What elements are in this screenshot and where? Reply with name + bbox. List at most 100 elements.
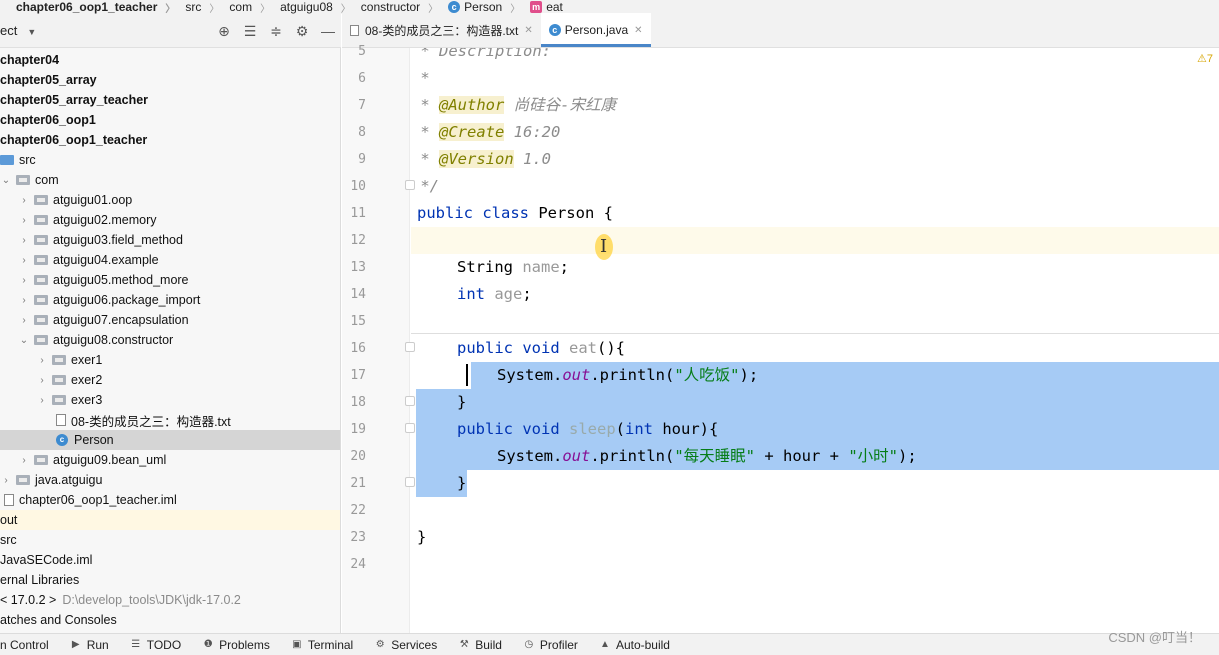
breadcrumb-item-atguigu08[interactable]: atguigu08 〉: [270, 0, 351, 14]
close-icon[interactable]: ✕: [524, 25, 532, 36]
run-button[interactable]: ▶ Run: [71, 638, 109, 652]
code-line-16: public void eat(){: [457, 339, 625, 357]
tree-item-person[interactable]: c Person: [0, 430, 340, 450]
tree-item-module-iml[interactable]: chapter06_oop1_teacher.iml: [0, 490, 340, 510]
line-number: 17: [350, 368, 366, 383]
code-line-21: }: [457, 474, 467, 492]
package-icon: [16, 475, 30, 485]
tree-item-src-root[interactable]: src: [0, 530, 340, 550]
tree-item-atguigu07[interactable]: › atguigu07.encapsulation: [0, 310, 340, 330]
chevron-right-icon[interactable]: ›: [18, 315, 30, 326]
auto-build-button[interactable]: ▲ Auto-build: [600, 638, 670, 652]
tree-item-atguigu04[interactable]: › atguigu04.example: [0, 250, 340, 270]
iml-file-icon: [4, 494, 14, 506]
line-number: 9: [358, 152, 366, 167]
tree-item-txt-file[interactable]: 08-类的成员之三：构造器.txt: [0, 410, 340, 430]
tab-txt-file[interactable]: 08-类的成员之三：构造器.txt ✕: [342, 13, 541, 47]
chevron-right-icon[interactable]: ›: [18, 235, 30, 246]
todo-button[interactable]: ☰ TODO: [131, 638, 181, 652]
code-editor[interactable]: * Description: * * @Author 尚硅谷-宋红康 * @Cr…: [411, 48, 1219, 633]
code-line-11: public class Person {: [417, 204, 613, 222]
chevron-right-icon[interactable]: ›: [36, 395, 48, 406]
watermark: CSDN @叮当！: [1108, 630, 1201, 645]
line-number-gutter: 5 6 7 8 9 10 11 12 13 14 15 16 17 18 19 …: [342, 44, 415, 633]
breadcrumb-item-eat[interactable]: m eat: [520, 0, 563, 14]
tree-item-atguigu01[interactable]: › atguigu01.oop: [0, 190, 340, 210]
line-number: 16: [350, 341, 366, 356]
chevron-down-icon[interactable]: ⌄: [18, 335, 30, 346]
tree-item-external-libraries[interactable]: ernal Libraries: [0, 570, 340, 590]
tree-item-exer2[interactable]: › exer2: [0, 370, 340, 390]
services-button[interactable]: ⚙ Services: [375, 638, 438, 652]
build-button[interactable]: ⚒ Build: [459, 638, 502, 652]
tree-item-chapter05-array-teacher[interactable]: chapter05_array_teacher: [0, 90, 340, 110]
collapse-all-icon[interactable]: ≑: [269, 24, 283, 38]
warning-indicator[interactable]: ⚠7: [1197, 52, 1213, 65]
breadcrumb-item-module[interactable]: chapter06_oop1_teacher 〉: [0, 0, 175, 14]
tree-item-chapter05-array[interactable]: chapter05_array: [0, 70, 340, 90]
code-line-20: System.out.println("每天睡眠" + hour + "小时")…: [497, 447, 917, 465]
package-icon: [34, 215, 48, 225]
tree-item-atguigu08[interactable]: ⌄ atguigu08.constructor: [0, 330, 340, 350]
chevron-right-icon[interactable]: ›: [18, 275, 30, 286]
text-cursor-icon: [595, 234, 613, 260]
tree-item-com[interactable]: ⌄ com: [0, 170, 340, 190]
line-number: 11: [350, 206, 366, 221]
line-number: 10: [350, 179, 366, 194]
tree-item-atguigu03[interactable]: › atguigu03.field_method: [0, 230, 340, 250]
close-icon[interactable]: ✕: [634, 25, 642, 36]
tree-item-exer1[interactable]: › exer1: [0, 350, 340, 370]
code-line-23: }: [417, 528, 427, 546]
chevron-right-icon[interactable]: ›: [18, 455, 30, 466]
tree-item-chapter06-oop1-teacher[interactable]: chapter06_oop1_teacher: [0, 130, 340, 150]
breadcrumb-item-constructor[interactable]: constructor 〉: [351, 0, 438, 14]
gear-icon[interactable]: ⚙: [295, 24, 309, 38]
chevron-right-icon[interactable]: ›: [0, 475, 12, 486]
profiler-button[interactable]: ◷ Profiler: [524, 638, 578, 652]
chevron-right-icon[interactable]: ›: [18, 255, 30, 266]
tree-item-project-iml[interactable]: JavaSECode.iml: [0, 550, 340, 570]
version-control-button[interactable]: n Control: [0, 638, 49, 652]
chevron-right-icon[interactable]: ›: [18, 195, 30, 206]
problems-icon: ❶: [203, 639, 213, 650]
tree-item-src[interactable]: src: [0, 150, 340, 170]
tree-item-exer3[interactable]: › exer3: [0, 390, 340, 410]
class-icon: c: [448, 1, 461, 13]
breadcrumb: chapter06_oop1_teacher 〉 src 〉 com 〉 atguig…: [0, 0, 1219, 14]
tree-item-out[interactable]: out: [0, 510, 340, 530]
code-line-17: System.out.println("人吃饭");: [497, 366, 759, 384]
package-icon: [34, 275, 48, 285]
tree-item-java-atguigu[interactable]: › java.atguigu: [0, 470, 340, 490]
chevron-down-icon[interactable]: ⌄: [0, 175, 12, 186]
breadcrumb-item-person[interactable]: c Person 〉: [438, 0, 520, 14]
tree-item-atguigu02[interactable]: › atguigu02.memory: [0, 210, 340, 230]
tree-item-atguigu06[interactable]: › atguigu06.package_import: [0, 290, 340, 310]
tree-item-chapter06-oop1[interactable]: chapter06_oop1: [0, 110, 340, 130]
package-icon: [52, 355, 66, 365]
line-number: 18: [350, 395, 366, 410]
tree-item-atguigu09[interactable]: › atguigu09.bean_uml: [0, 450, 340, 470]
line-number: 20: [350, 449, 366, 464]
tab-person-java[interactable]: c Person.java ✕: [540, 13, 651, 47]
chevron-right-icon[interactable]: ›: [18, 215, 30, 226]
tree-item-scratches[interactable]: atches and Consoles: [0, 610, 340, 630]
tool-window-bar: n Control ▶ Run ☰ TODO ❶ Problems ▣ Terminal…: [0, 633, 1219, 655]
terminal-button[interactable]: ▣ Terminal: [292, 638, 353, 652]
package-icon: [34, 335, 48, 345]
chevron-right-icon[interactable]: ›: [18, 295, 30, 306]
expand-all-icon[interactable]: ☰: [243, 24, 257, 38]
hide-panel-icon[interactable]: —: [321, 24, 335, 38]
tree-item-chapter04[interactable]: chapter04: [0, 50, 340, 70]
chevron-down-icon: ▼: [27, 27, 37, 37]
locate-icon[interactable]: ⊕: [217, 24, 231, 38]
chevron-right-icon[interactable]: ›: [36, 355, 48, 366]
package-icon: [34, 235, 48, 245]
breadcrumb-item-src[interactable]: src 〉: [175, 0, 219, 14]
project-view-selector[interactable]: ect ▼: [0, 23, 36, 38]
tree-item-jdk[interactable]: < 17.0.2 > D:\develop_tools\JDK\jdk-17.0.…: [0, 590, 340, 610]
code-line-10: */: [411, 177, 439, 195]
chevron-right-icon[interactable]: ›: [36, 375, 48, 386]
problems-button[interactable]: ❶ Problems: [203, 638, 270, 652]
tree-item-atguigu05[interactable]: › atguigu05.method_more: [0, 270, 340, 290]
breadcrumb-item-com[interactable]: com 〉: [219, 0, 270, 14]
